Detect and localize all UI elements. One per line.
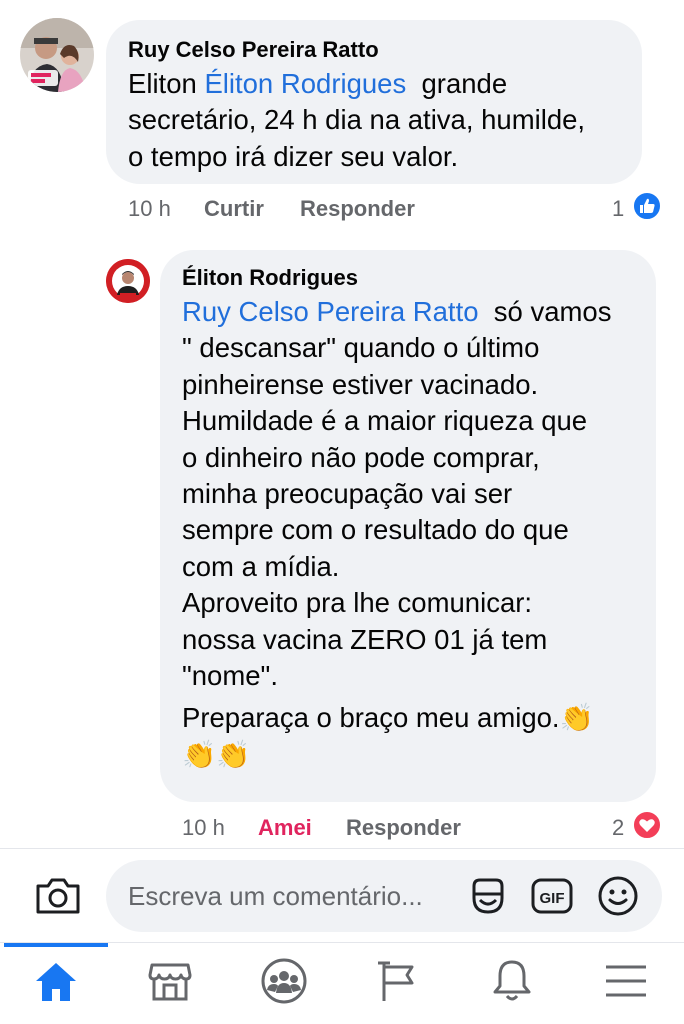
reply-button[interactable]: Responder <box>300 196 415 222</box>
tab-groups[interactable] <box>228 943 340 1024</box>
comment-composer[interactable]: GIF <box>106 860 662 932</box>
comment-text-segment: grande <box>406 68 508 99</box>
tab-menu[interactable] <box>570 943 682 1024</box>
comment-bubble[interactable]: Ruy Celso Pereira Ratto Eliton Éliton Ro… <box>106 20 642 184</box>
like-icon[interactable] <box>632 191 662 221</box>
gif-label: GIF <box>540 890 565 907</box>
comment-line: Humildade é a maior riqueza que <box>182 405 588 437</box>
avatar-eliton[interactable] <box>106 259 150 303</box>
comment-line: Ruy Celso Pereira Ratto só vamos <box>182 294 611 330</box>
comment-line: Eliton Éliton Rodrigues grande <box>128 66 585 102</box>
like-button[interactable]: Curtir <box>204 196 264 222</box>
notifications-bell-icon <box>488 958 536 1009</box>
comment-line: "nome". <box>182 660 278 692</box>
reply-button[interactable]: Responder <box>346 815 461 841</box>
comment-text: Eliton Éliton Rodrigues grande secretári… <box>128 66 585 175</box>
mention-link[interactable]: Éliton Rodrigues <box>204 68 406 99</box>
comment-line: o dinheiro não pode comprar, <box>182 441 540 473</box>
comment-line: sempre com o resultado do que <box>182 514 569 546</box>
comment-line: pinheirense estiver vacinado. <box>182 368 539 400</box>
comment-line: o tempo irá dizer seu valor. <box>128 140 459 172</box>
comment-line: minha preocupação vai ser <box>182 478 513 510</box>
reply-bubble[interactable]: Éliton Rodrigues Ruy Celso Pereira Ratto… <box>160 250 656 802</box>
comment-text: Ruy Celso Pereira Ratto só vamos " desca… <box>182 294 611 773</box>
comment-input[interactable] <box>128 878 468 914</box>
comment-timestamp[interactable]: 10 h <box>128 196 171 222</box>
comment-line: nossa vacina ZERO 01 já tem <box>182 623 548 655</box>
comment-line: com a mídia. <box>182 550 340 582</box>
avatar-ruy[interactable] <box>20 18 94 92</box>
comment-timestamp[interactable]: 10 h <box>182 815 225 841</box>
sticker-icon[interactable] <box>466 874 510 918</box>
tab-pages[interactable] <box>342 943 454 1024</box>
comment-text-segment: Eliton <box>128 68 205 99</box>
emoji-icon[interactable] <box>596 874 640 918</box>
comment-author[interactable]: Éliton Rodrigues <box>182 265 358 291</box>
home-icon <box>32 959 80 1008</box>
pages-flag-icon <box>374 959 422 1008</box>
reaction-count[interactable]: 2 <box>612 815 624 841</box>
comment-line: secretário, 24 h dia na ativa, humilde, <box>128 104 586 136</box>
mention-link[interactable]: Ruy Celso Pereira Ratto <box>182 296 479 327</box>
bottom-tab-bar <box>0 943 684 1024</box>
groups-icon <box>260 957 308 1010</box>
reaction-count[interactable]: 1 <box>612 196 624 222</box>
divider <box>0 848 684 849</box>
tab-marketplace[interactable] <box>114 943 226 1024</box>
camera-icon[interactable] <box>34 876 82 916</box>
menu-icon <box>602 961 650 1006</box>
gif-icon[interactable]: GIF <box>530 874 574 918</box>
comment-line: Aproveito pra lhe comunicar: <box>182 587 533 619</box>
comment-line: " descansar" quando o último <box>182 332 540 364</box>
comment-line: 👏👏 <box>182 738 251 770</box>
comment-text-segment: só vamos <box>478 296 612 327</box>
comment-line: Preparaça o braço meu amigo.👏 <box>182 702 594 734</box>
tab-home[interactable] <box>0 943 112 1024</box>
marketplace-icon <box>146 959 194 1008</box>
tab-notifications[interactable] <box>456 943 568 1024</box>
comment-author[interactable]: Ruy Celso Pereira Ratto <box>128 37 379 63</box>
heart-icon[interactable] <box>632 810 662 840</box>
loved-button[interactable]: Amei <box>258 815 312 841</box>
